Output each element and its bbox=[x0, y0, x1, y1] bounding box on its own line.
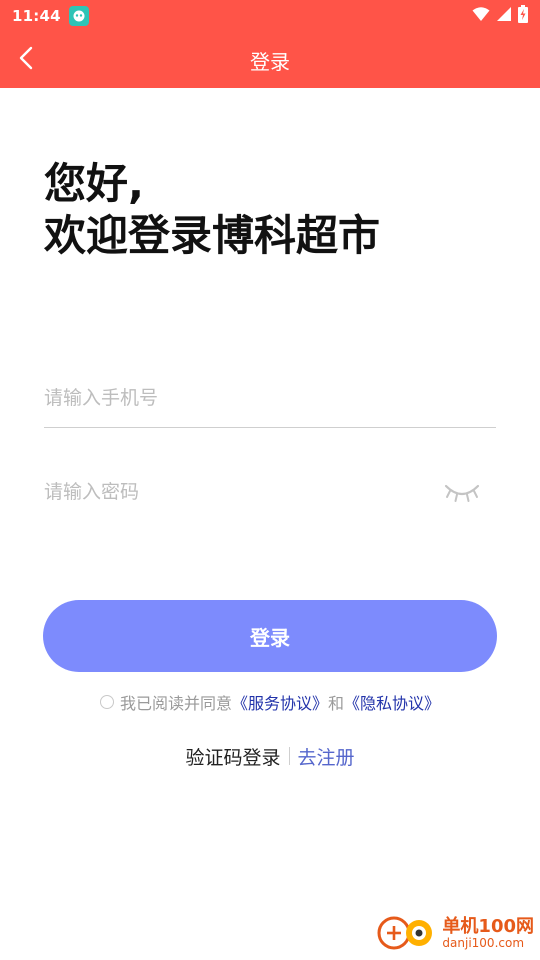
password-input[interactable] bbox=[44, 462, 496, 522]
eye-closed-icon[interactable] bbox=[442, 480, 482, 506]
status-indicators bbox=[472, 5, 528, 27]
register-link[interactable]: 去注册 bbox=[298, 743, 355, 770]
service-agreement-link[interactable]: 《服务协议》 bbox=[232, 690, 328, 714]
phone-input[interactable] bbox=[44, 368, 496, 427]
greeting-line-1: 您好, bbox=[44, 159, 144, 208]
app-notification-icon bbox=[68, 6, 89, 26]
link-divider bbox=[288, 747, 290, 765]
greeting-line-2: 欢迎登录博科超市 bbox=[44, 211, 381, 260]
privacy-agreement-link[interactable]: 《隐私协议》 bbox=[344, 690, 440, 714]
watermark-logo-icon bbox=[374, 912, 438, 956]
wifi-icon bbox=[472, 6, 490, 26]
watermark-text: 单机100网 danji100.com bbox=[442, 916, 534, 951]
back-button[interactable] bbox=[10, 44, 42, 76]
status-time: 11:44 bbox=[12, 7, 61, 25]
watermark: 单机100网 danji100.com bbox=[374, 912, 534, 956]
page-title: 登录 bbox=[250, 49, 290, 74]
watermark-name: 单机100网 bbox=[442, 916, 534, 938]
chevron-left-icon bbox=[18, 46, 34, 74]
agreement-checkbox[interactable] bbox=[99, 695, 114, 709]
watermark-url: danji100.com bbox=[442, 936, 525, 951]
app-header: 登录 bbox=[0, 32, 540, 88]
login-button[interactable]: 登录 bbox=[43, 600, 497, 672]
greeting: 您好, 欢迎登录博科超市 bbox=[44, 158, 504, 262]
agreement-conjunction: 和 bbox=[328, 694, 345, 713]
bottom-links: 验证码登录 去注册 bbox=[0, 742, 540, 770]
agreement-row: 我已阅读并同意 《服务协议》 和 《隐私协议》 bbox=[0, 690, 540, 714]
code-login-link[interactable]: 验证码登录 bbox=[185, 743, 280, 770]
battery-icon bbox=[518, 5, 528, 27]
signal-icon bbox=[496, 6, 512, 26]
agreement-prefix: 我已阅读并同意 bbox=[119, 694, 232, 713]
password-field-container bbox=[44, 462, 496, 522]
phone-field-container bbox=[44, 368, 496, 428]
status-bar: 11:44 bbox=[0, 0, 540, 32]
